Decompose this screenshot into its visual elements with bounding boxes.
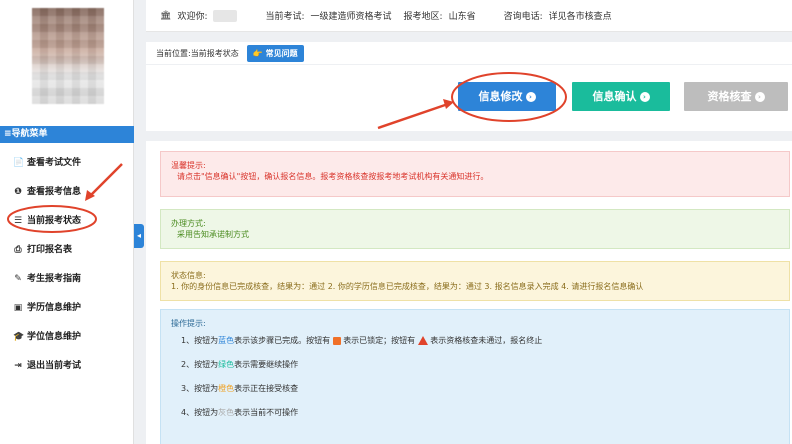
- sidebar-item-label: 打印报名表: [27, 245, 73, 255]
- chevron-right-icon: ›: [525, 92, 536, 102]
- ops-tip-box: 操作提示: 1、按钮为蓝色表示该步骤已完成。按钮有 表示已锁定；按钮有 表示资格…: [160, 309, 790, 444]
- hand-pointer-icon: 👉: [252, 48, 263, 58]
- welcome-label: 欢迎你:: [177, 12, 208, 22]
- chevron-right-icon: ›: [754, 92, 765, 102]
- region-label: 报考地区:: [403, 12, 443, 22]
- list-icon: ☰: [13, 216, 23, 226]
- sidebar-item-label: 学历信息维护: [27, 303, 82, 313]
- ops-step-3: 3、按钮为橙色表示正在接受核查: [181, 384, 299, 393]
- info-icon: ❶: [14, 187, 22, 197]
- ops-step-1: 1、按钮为蓝色表示该步骤已完成。按钮有 表示已锁定；按钮有 表示资格核查未通过，…: [181, 336, 543, 345]
- method-title: 办理方式:: [171, 219, 206, 228]
- sidebar-item-label: 考生报考指南: [27, 274, 82, 284]
- qualification-check-button[interactable]: 资格核查 ›: [684, 82, 788, 111]
- page-root: ≡导航菜单 📄 查看考试文件 ❶ 查看报考信息 ☰ 当前报考状态 ⎙ 打印报名表…: [0, 0, 792, 444]
- main-area: 🏛 欢迎你: 当前考试: 一级建造师资格考试 报考地区: 山东省 咨询电话: 详…: [146, 0, 792, 444]
- status-box: 状态信息: 1. 你的身份信息已完成核查，结果为：通过 2. 你的学历信息已完成…: [160, 261, 790, 301]
- warm-tip-box: 温馨提示: 请点击"信息确认"按钮，确认报名信息。报考资格核查按报考地考试机构有…: [160, 151, 790, 197]
- method-box: 办理方式: 采用告知承诺制方式: [160, 209, 790, 249]
- graduation-cap-icon: 🎓: [13, 332, 25, 342]
- document-icon: 📄: [13, 158, 25, 168]
- ops-step-2: 2、按钮为绿色表示需要继续操作: [181, 360, 299, 369]
- phone-value: 详见各市核查点: [548, 12, 612, 22]
- sidebar-item-education[interactable]: ▣ 学历信息维护: [0, 294, 134, 323]
- avatar: [32, 8, 104, 104]
- sidebar-item-label: 学位信息维护: [27, 332, 82, 342]
- lock-icon: [332, 336, 341, 345]
- breadcrumb-label: 当前位置:: [156, 48, 191, 58]
- info-edit-button[interactable]: 信息修改 ›: [458, 82, 556, 111]
- sidebar: ≡导航菜单 📄 查看考试文件 ❶ 查看报考信息 ☰ 当前报考状态 ⎙ 打印报名表…: [0, 0, 134, 444]
- faq-button[interactable]: 👉 常见问题: [246, 44, 304, 62]
- sidebar-item-exam-files[interactable]: 📄 查看考试文件: [0, 149, 134, 178]
- sidebar-item-guide[interactable]: ✎ 考生报考指南: [0, 265, 134, 294]
- qualification-check-label: 资格核查: [707, 90, 752, 103]
- warm-tip-text: 请点击"信息确认"按钮，确认报名信息。报考资格核查按报考地考试机构有关通知进行。: [177, 172, 489, 181]
- sidebar-item-current-status[interactable]: ☰ 当前报考状态: [0, 207, 134, 236]
- sidebar-item-apply-info[interactable]: ❶ 查看报考信息: [0, 178, 134, 207]
- sidebar-item-label: 查看报考信息: [27, 187, 82, 197]
- nav-header: ≡导航菜单: [0, 126, 134, 143]
- action-bar: 信息修改 › 信息确认 › 资格核查 ›: [146, 65, 792, 131]
- status-text: 1. 你的身份信息已完成核查，结果为：通过 2. 你的学历信息已完成核查，结果为…: [171, 282, 644, 291]
- status-title: 状态信息:: [171, 271, 206, 280]
- info-confirm-label: 信息确认: [592, 90, 637, 103]
- topbar: 🏛 欢迎你: 当前考试: 一级建造师资格考试 报考地区: 山东省 咨询电话: 详…: [146, 0, 792, 32]
- warm-tip-title: 温馨提示:: [171, 161, 206, 170]
- sidebar-item-label: 当前报考状态: [27, 216, 82, 226]
- ops-step-4: 4、按钮为灰色表示当前不可操作: [181, 408, 299, 417]
- exam-value: 一级建造师资格考试: [310, 12, 392, 22]
- book-icon: ✎: [14, 274, 22, 284]
- breadcrumb: 当前位置:当前报考状态 👉 常见问题: [146, 42, 792, 64]
- user-name-redacted: [213, 9, 238, 22]
- info-confirm-button[interactable]: 信息确认 ›: [572, 82, 670, 111]
- sidebar-collapse-toggle[interactable]: ◂: [134, 224, 144, 248]
- region-value: 山东省: [448, 12, 476, 22]
- chevron-right-icon: ›: [639, 92, 650, 102]
- phone-label: 咨询电话:: [503, 12, 543, 22]
- record-icon: ▣: [13, 303, 23, 313]
- sidebar-item-label: 退出当前考试: [27, 361, 82, 371]
- warning-icon: [417, 336, 428, 345]
- method-text: 采用告知承诺制方式: [177, 230, 249, 239]
- faq-button-label: 常见问题: [265, 48, 298, 58]
- bank-icon: 🏛: [160, 10, 172, 21]
- sidebar-item-degree[interactable]: 🎓 学位信息维护: [0, 323, 134, 352]
- notice-panel: 温馨提示: 请点击"信息确认"按钮，确认报名信息。报考资格核查按报考地考试机构有…: [146, 141, 792, 444]
- sidebar-item-print-form[interactable]: ⎙ 打印报名表: [0, 236, 134, 265]
- exit-icon: ⇥: [14, 361, 22, 371]
- sidebar-item-exit[interactable]: ⇥ 退出当前考试: [0, 352, 134, 381]
- print-icon: ⎙: [14, 245, 22, 255]
- info-edit-label: 信息修改: [478, 90, 523, 103]
- nav-list: 📄 查看考试文件 ❶ 查看报考信息 ☰ 当前报考状态 ⎙ 打印报名表 ✎ 考生报…: [0, 149, 134, 381]
- breadcrumb-current: 当前报考状态: [190, 48, 239, 58]
- exam-label: 当前考试:: [265, 12, 305, 22]
- ops-title: 操作提示:: [171, 319, 206, 328]
- sidebar-item-label: 查看考试文件: [27, 158, 82, 168]
